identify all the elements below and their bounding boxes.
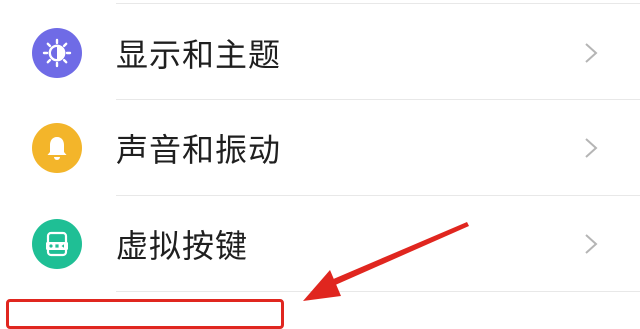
- virtual-keys-icon: [32, 218, 82, 269]
- chevron-right-icon: [585, 137, 598, 158]
- bell-icon: [32, 122, 82, 173]
- divider: [116, 291, 640, 292]
- chevron-right-icon: [585, 233, 598, 254]
- settings-item-label: 显示和主题: [116, 35, 282, 74]
- highlight-box: [6, 299, 284, 329]
- settings-item-label: 声音和振动: [116, 130, 282, 169]
- settings-item-label: 虚拟按键: [116, 226, 249, 265]
- divider: [116, 3, 640, 4]
- settings-item-virtual-keys[interactable]: 虚拟按键: [0, 196, 640, 291]
- settings-screen: 显示和主题 声音和振动 虚拟按键: [0, 0, 640, 329]
- settings-item-sound-vibration[interactable]: 声音和振动: [0, 100, 640, 195]
- settings-item-display-theme[interactable]: 显示和主题: [0, 5, 640, 100]
- brightness-icon: [32, 27, 82, 78]
- chevron-right-icon: [585, 42, 598, 63]
